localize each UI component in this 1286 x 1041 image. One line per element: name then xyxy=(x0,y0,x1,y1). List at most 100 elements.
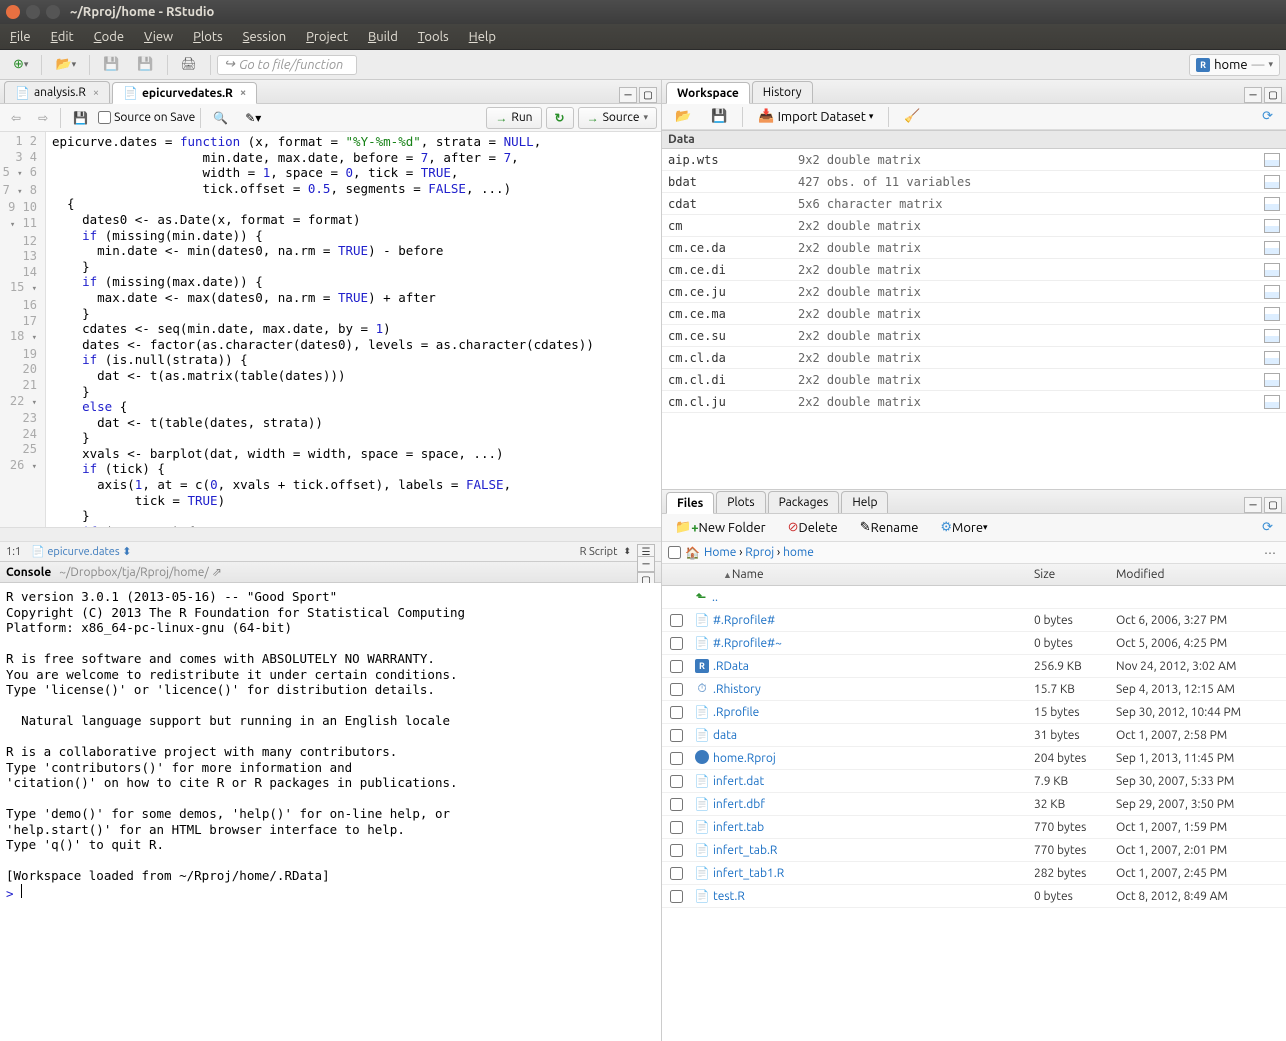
breadcrumb-segment[interactable]: Home xyxy=(704,546,736,559)
file-select-checkbox[interactable] xyxy=(670,821,683,834)
breadcrumb-segment[interactable]: home xyxy=(783,546,814,559)
tab-help[interactable]: Help xyxy=(841,491,888,513)
source-on-save-checkbox[interactable] xyxy=(98,111,111,124)
workspace-item[interactable]: bdat427 obs. of 11 variables xyxy=(662,171,1286,193)
file-name-link[interactable]: infert_tab1.R xyxy=(713,867,1034,880)
menu-build[interactable]: Build xyxy=(368,30,398,44)
file-name-link[interactable]: test.R xyxy=(713,890,1034,903)
file-name-link[interactable]: infert.dbf xyxy=(713,798,1034,811)
menu-file[interactable]: File xyxy=(10,30,31,44)
workspace-item[interactable]: cm.ce.di2x2 double matrix xyxy=(662,259,1286,281)
file-name-link[interactable]: .Rhistory xyxy=(713,683,1034,696)
project-selector[interactable]: R home — ▾ xyxy=(1189,54,1280,76)
workspace-item[interactable]: cm.ce.da2x2 double matrix xyxy=(662,237,1286,259)
view-data-icon[interactable] xyxy=(1264,395,1280,409)
open-file-button[interactable]: 📂▾ xyxy=(48,54,83,76)
run-button[interactable]: →Run xyxy=(486,107,541,129)
source-tab[interactable]: 📄epicurvedates.R× xyxy=(112,82,257,104)
code-editor[interactable]: 1 2 3 4 5 ▾ 6 7 ▾ 8 9 10 ▾ 11 12 13 14 1… xyxy=(0,132,661,527)
file-select-checkbox[interactable] xyxy=(670,775,683,788)
menu-tools[interactable]: Tools xyxy=(418,30,449,44)
script-type-label[interactable]: R Script xyxy=(580,546,618,558)
view-data-icon[interactable] xyxy=(1264,153,1280,167)
view-data-icon[interactable] xyxy=(1264,263,1280,277)
nav-back-button[interactable]: ⇦ xyxy=(4,107,28,129)
workspace-item[interactable]: cm.ce.ju2x2 double matrix xyxy=(662,281,1286,303)
file-name-link[interactable]: #.Rprofile#~ xyxy=(713,637,1034,650)
console-output[interactable]: R version 3.0.1 (2013-05-16) -- "Good Sp… xyxy=(0,583,661,1041)
minimize-pane-icon[interactable]: ─ xyxy=(1244,87,1262,103)
file-select-checkbox[interactable] xyxy=(670,637,683,650)
view-data-icon[interactable] xyxy=(1264,285,1280,299)
refresh-workspace-button[interactable]: ⟳ xyxy=(1255,106,1280,128)
file-select-checkbox[interactable] xyxy=(670,867,683,880)
tab-files[interactable]: Files xyxy=(666,492,714,514)
save-workspace-button[interactable]: 💾 xyxy=(704,106,734,128)
find-button[interactable]: 🔍 xyxy=(206,107,235,129)
magic-wand-button[interactable]: ✎▾ xyxy=(238,107,268,129)
file-select-checkbox[interactable] xyxy=(670,706,683,719)
more-button[interactable]: ⚙ More▾ xyxy=(933,517,994,539)
new-folder-button[interactable]: 📁+ New Folder xyxy=(668,517,773,539)
file-select-checkbox[interactable] xyxy=(670,890,683,903)
view-data-icon[interactable] xyxy=(1264,351,1280,365)
path-more-icon[interactable]: ⋯ xyxy=(1260,546,1280,560)
file-name-link[interactable]: .Rprofile xyxy=(713,706,1034,719)
name-column-header[interactable]: ▲Name xyxy=(716,568,1034,581)
breadcrumb-segment[interactable]: Rproj xyxy=(745,546,774,559)
menu-help[interactable]: Help xyxy=(469,30,496,44)
workspace-item[interactable]: cm.ce.su2x2 double matrix xyxy=(662,325,1286,347)
close-tab-icon[interactable]: × xyxy=(240,87,246,99)
file-name-link[interactable]: .RData xyxy=(713,660,1034,673)
menu-project[interactable]: Project xyxy=(306,30,348,44)
minimize-window-icon[interactable] xyxy=(26,5,40,19)
nav-fwd-button[interactable]: ⇨ xyxy=(31,107,55,129)
open-workspace-button[interactable]: 📂 xyxy=(668,106,698,128)
workspace-item[interactable]: cm.cl.ju2x2 double matrix xyxy=(662,391,1286,413)
editor-h-scrollbar[interactable] xyxy=(0,527,661,541)
modified-column-header[interactable]: Modified xyxy=(1116,568,1286,581)
file-select-checkbox[interactable] xyxy=(670,844,683,857)
file-select-checkbox[interactable] xyxy=(670,614,683,627)
workspace-item[interactable]: cm.ce.ma2x2 double matrix xyxy=(662,303,1286,325)
close-tab-icon[interactable]: × xyxy=(93,87,99,99)
up-folder-icon[interactable]: ⬑ xyxy=(690,590,712,604)
file-select-checkbox[interactable] xyxy=(670,798,683,811)
tab-packages[interactable]: Packages xyxy=(768,491,840,513)
code-area[interactable]: epicurve.dates = function (x, format = "… xyxy=(46,132,661,527)
file-select-checkbox[interactable] xyxy=(670,752,683,765)
source-button[interactable]: →Source▾ xyxy=(578,107,657,129)
size-column-header[interactable]: Size xyxy=(1034,568,1116,581)
menu-view[interactable]: View xyxy=(144,30,173,44)
menu-code[interactable]: Code xyxy=(94,30,124,44)
workspace-item[interactable]: cdat5x6 character matrix xyxy=(662,193,1286,215)
maximize-pane-icon[interactable]: ▢ xyxy=(1264,497,1282,513)
import-dataset-button[interactable]: 📥Import Dataset▾ xyxy=(751,106,880,128)
save-button[interactable]: 💾 xyxy=(96,54,126,76)
maximize-window-icon[interactable] xyxy=(46,5,60,19)
maximize-pane-icon[interactable]: ▢ xyxy=(1264,87,1282,103)
workspace-item[interactable]: cm.cl.di2x2 double matrix xyxy=(662,369,1286,391)
refresh-files-button[interactable]: ⟳ xyxy=(1255,517,1280,539)
view-data-icon[interactable] xyxy=(1264,219,1280,233)
view-data-icon[interactable] xyxy=(1264,373,1280,387)
console-path-browse-icon[interactable]: ⇗ xyxy=(212,565,222,579)
file-name-link[interactable]: infert_tab.R xyxy=(713,844,1034,857)
view-data-icon[interactable] xyxy=(1264,329,1280,343)
re-run-button[interactable]: ↻ xyxy=(546,107,574,129)
view-data-icon[interactable] xyxy=(1264,307,1280,321)
tab-history[interactable]: History xyxy=(752,81,813,103)
breadcrumb-checkbox[interactable] xyxy=(668,546,681,559)
menu-plots[interactable]: Plots xyxy=(193,30,223,44)
file-name-link[interactable]: data xyxy=(713,729,1034,742)
file-select-checkbox[interactable] xyxy=(670,729,683,742)
maximize-pane-icon[interactable]: ▢ xyxy=(639,87,657,103)
workspace-item[interactable]: cm.cl.da2x2 double matrix xyxy=(662,347,1286,369)
file-name-link[interactable]: infert.tab xyxy=(713,821,1034,834)
save-source-button[interactable]: 💾 xyxy=(66,107,95,129)
delete-button[interactable]: ⊘ Delete xyxy=(781,517,845,539)
minimize-pane-icon[interactable]: ─ xyxy=(1244,497,1262,513)
rename-button[interactable]: ✎ Rename xyxy=(853,517,926,539)
tab-workspace[interactable]: Workspace xyxy=(666,82,750,104)
new-file-button[interactable]: ⊕▾ xyxy=(6,54,35,76)
